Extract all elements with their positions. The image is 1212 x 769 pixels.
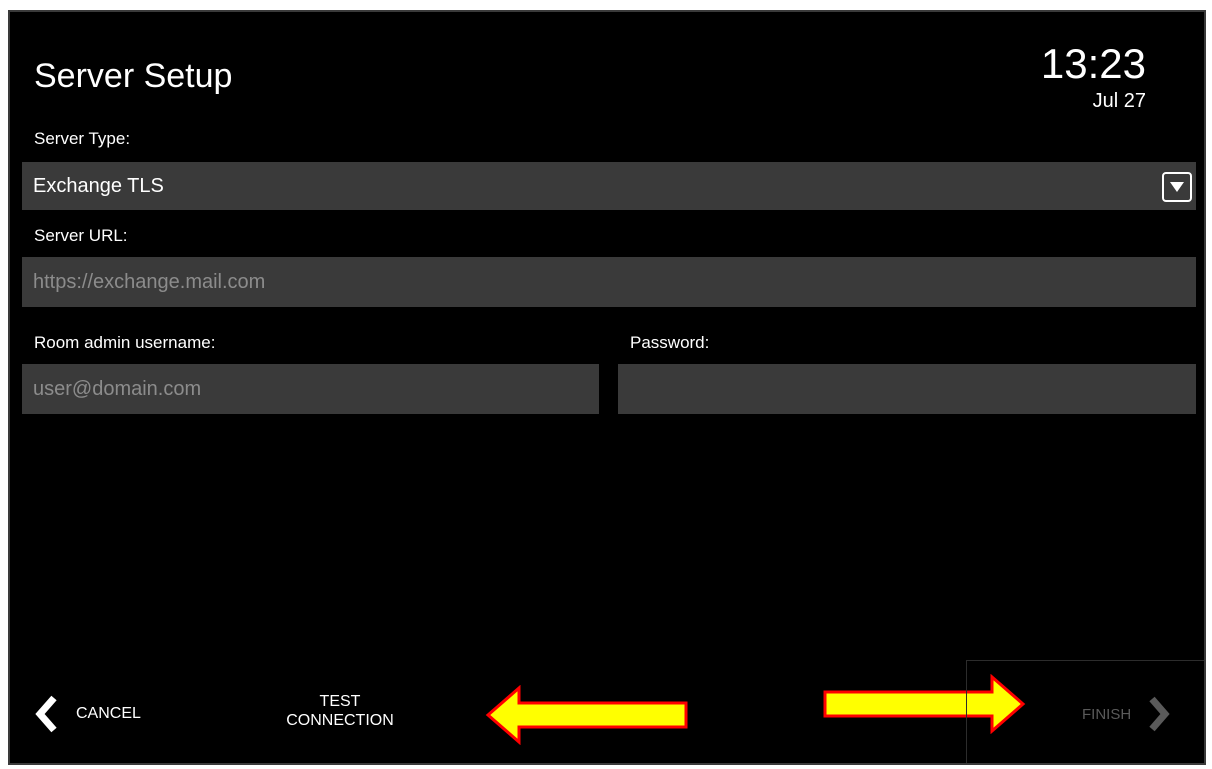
username-input[interactable]: user@domain.com xyxy=(22,364,599,414)
test-connection-line1: TEST xyxy=(319,693,361,710)
server-url-label: Server URL: xyxy=(34,226,128,245)
password-label: Password: xyxy=(630,333,710,352)
dropdown-arrow-icon[interactable] xyxy=(1162,172,1192,202)
cancel-label: CANCEL xyxy=(76,705,141,722)
server-url-placeholder: https://exchange.mail.com xyxy=(33,270,266,293)
clock-date: Jul 27 xyxy=(1092,90,1146,112)
finish-button[interactable]: FINISH xyxy=(1082,692,1173,736)
server-url-input[interactable]: https://exchange.mail.com xyxy=(22,257,1196,307)
server-type-value: Exchange TLS xyxy=(33,174,164,197)
finish-label: FINISH xyxy=(1082,705,1132,723)
password-input[interactable] xyxy=(618,364,1196,414)
clock-time: 13:23 xyxy=(1040,40,1146,87)
annotation-arrow-left-icon xyxy=(485,685,688,745)
chevron-right-icon xyxy=(1145,694,1173,734)
test-connection-button[interactable]: TEST CONNECTION xyxy=(270,692,410,736)
username-label: Room admin username: xyxy=(34,333,216,352)
server-type-label: Server Type: xyxy=(34,129,131,148)
test-connection-line2: CONNECTION xyxy=(286,712,394,729)
server-type-dropdown[interactable]: Exchange TLS xyxy=(22,162,1196,210)
cancel-button[interactable]: CANCEL xyxy=(32,692,141,736)
chevron-left-icon xyxy=(32,694,62,734)
username-placeholder: user@domain.com xyxy=(33,377,202,400)
server-setup-screen: Server Setup 13:23 Jul 27 Server Type: E… xyxy=(8,10,1206,765)
page-title: Server Setup xyxy=(34,57,233,95)
window-frame: Server Setup 13:23 Jul 27 Server Type: E… xyxy=(0,0,1212,769)
